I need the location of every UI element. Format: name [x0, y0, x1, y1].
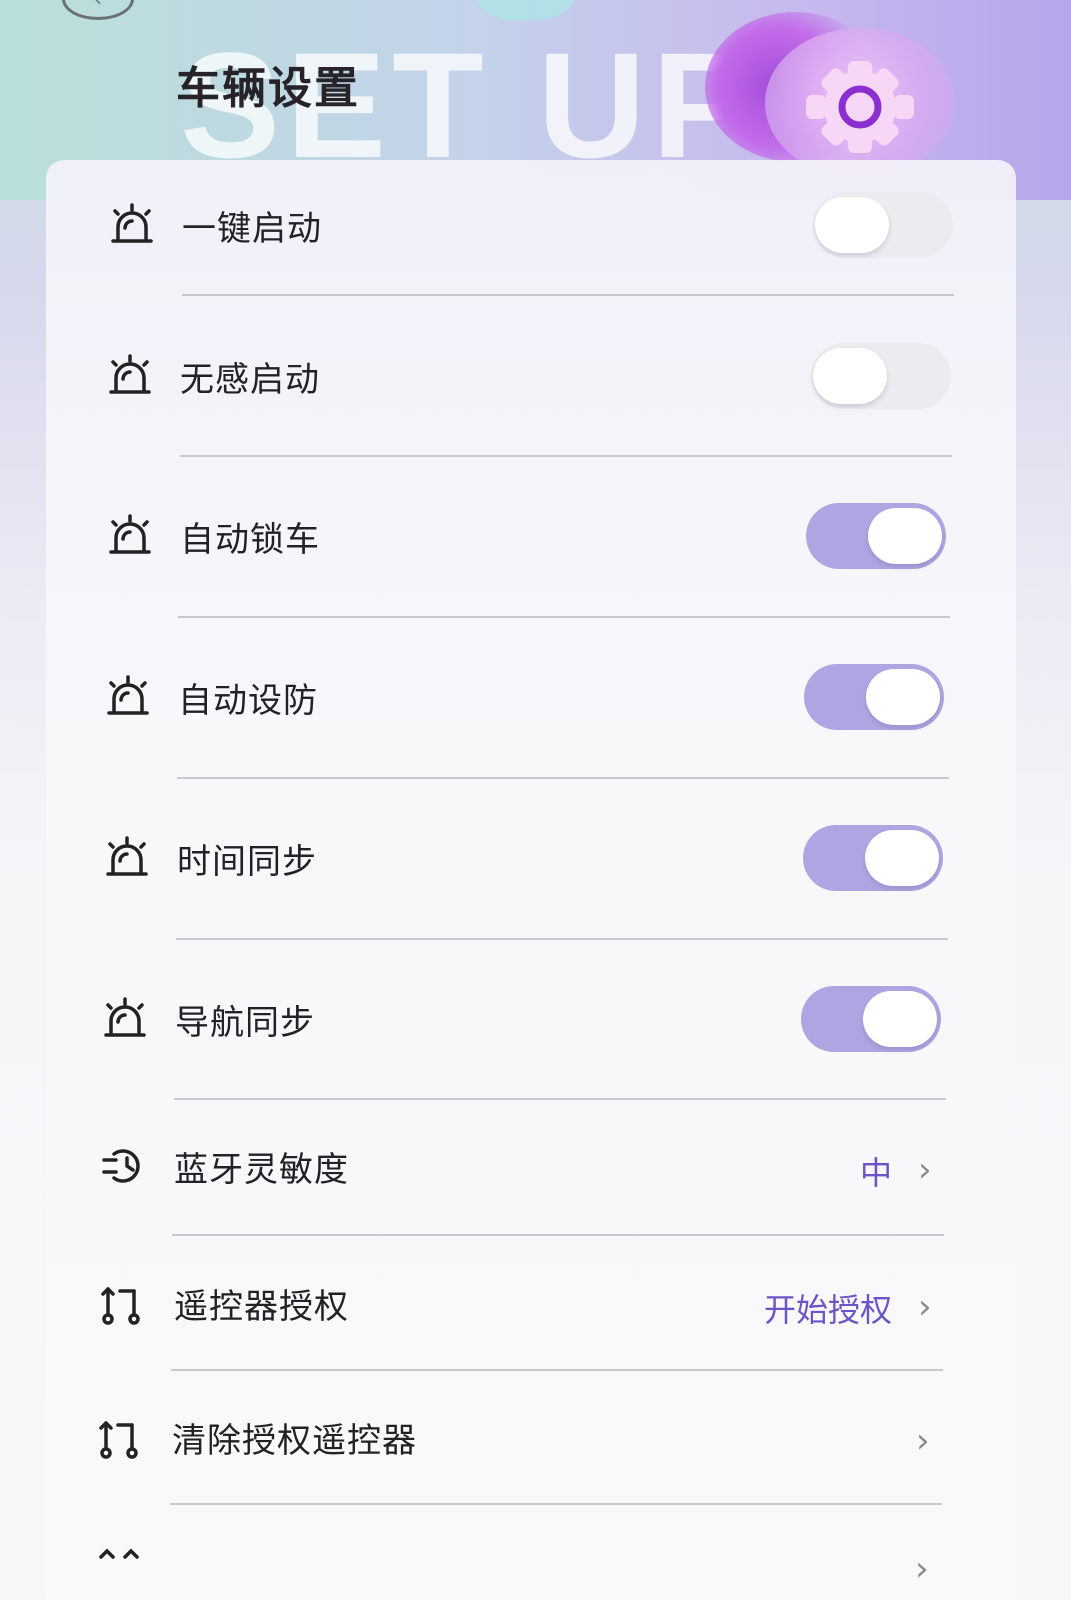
page-title: 车辆设置	[176, 63, 360, 114]
setting-label: 遥控器授权	[174, 1286, 349, 1327]
setting-row-partial[interactable]: ›	[97, 1535, 947, 1600]
chevron-right-icon: ›	[915, 1549, 929, 1589]
toggle-knob	[868, 508, 942, 564]
divider	[178, 616, 950, 618]
toggle-switch[interactable]	[803, 825, 943, 891]
alarm-light-icon	[111, 203, 153, 243]
bluetooth-sensitivity-icon	[102, 1149, 140, 1183]
setting-label: 时间同步	[177, 841, 317, 882]
toggle-switch[interactable]	[801, 986, 941, 1052]
divider	[172, 1234, 944, 1236]
alarm-light-icon	[104, 997, 146, 1037]
toggle-knob	[815, 197, 889, 253]
alarm-light-icon	[106, 836, 148, 876]
toggle-switch[interactable]	[813, 192, 953, 258]
alarm-light-icon	[107, 675, 149, 715]
partial-row-icon	[99, 1548, 139, 1559]
setting-row-bluetooth-sensitivity[interactable]: 蓝牙灵敏度 中 ›	[100, 1126, 950, 1206]
divider	[174, 1098, 946, 1100]
setting-label: 一键启动	[182, 208, 322, 249]
setting-row-remote-authorization[interactable]: 遥控器授权 开始授权 ›	[100, 1263, 950, 1343]
toggle-switch[interactable]	[811, 343, 951, 409]
chevron-left-icon: ‹	[94, 0, 102, 11]
alarm-light-icon	[109, 354, 151, 394]
setting-label: 蓝牙灵敏度	[174, 1149, 349, 1190]
setting-value: 开始授权	[763, 1291, 892, 1329]
toggle-switch[interactable]	[806, 503, 946, 569]
toggle-knob	[813, 348, 887, 404]
alarm-light-icon	[109, 514, 151, 554]
setting-label: 自动锁车	[180, 519, 320, 560]
chevron-right-icon: ›	[918, 1150, 932, 1190]
divider	[182, 294, 954, 296]
divider	[171, 1369, 943, 1371]
setting-value: 中	[859, 1154, 892, 1192]
toggle-knob	[863, 991, 937, 1047]
gear-icon	[806, 61, 914, 153]
setting-label: 导航同步	[175, 1002, 315, 1043]
chevron-right-icon: ›	[918, 1287, 932, 1327]
toggle-switch[interactable]	[804, 664, 944, 730]
setting-row-nav-sync: 导航同步	[101, 979, 951, 1059]
setting-row-time-sync: 时间同步	[103, 818, 953, 898]
remote-auth-icon	[101, 1287, 140, 1325]
divider	[177, 777, 949, 779]
divider	[176, 938, 948, 940]
toggle-knob	[866, 669, 940, 725]
setting-row-clear-remotes[interactable]: 清除授权遥控器 ›	[98, 1397, 948, 1477]
setting-row-keyless-start: 无感启动	[106, 336, 956, 416]
divider	[170, 1503, 942, 1505]
back-button[interactable]: ‹	[62, 0, 134, 20]
header-decoration	[470, 0, 580, 20]
setting-label: 自动设防	[178, 680, 318, 721]
remote-auth-icon	[99, 1421, 138, 1459]
setting-row-auto-lock: 自动锁车	[106, 496, 956, 576]
divider	[180, 455, 952, 457]
setting-row-auto-arm: 自动设防	[104, 657, 954, 737]
setting-label: 清除授权遥控器	[172, 1420, 417, 1461]
chevron-right-icon: ›	[916, 1421, 930, 1461]
setting-row-one-key-start: 一键启动	[108, 185, 958, 265]
setting-label: 无感启动	[180, 359, 320, 400]
toggle-knob	[865, 830, 939, 886]
